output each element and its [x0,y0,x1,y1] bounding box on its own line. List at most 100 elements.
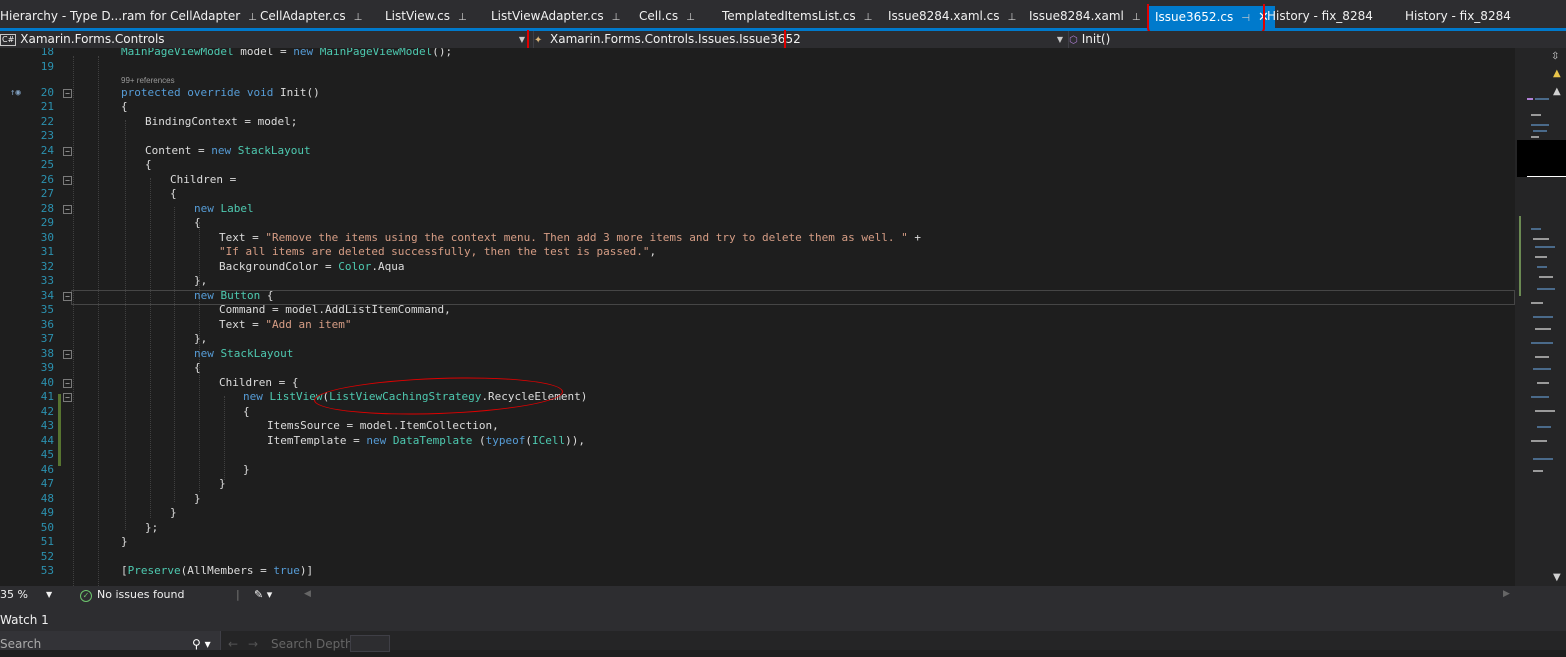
code-text: } [219,477,226,490]
code-line: 45 [0,448,1515,463]
document-tab-bar: Hierarchy - Type D...ram for CellAdapter… [0,0,1566,33]
code-text: Text = "Remove the items using the conte… [219,231,921,244]
code-editor[interactable]: 18 MainPageViewModel model = new MainPage… [0,48,1515,586]
codelens-references[interactable]: 99+ references [121,76,175,85]
line-number: 49 [40,506,54,519]
code-text: BindingContext = model; [145,115,298,128]
collapse-icon[interactable]: − [63,350,72,359]
code-line: 28− new Label [0,202,1515,217]
code-line: 41− new ListView(ListViewCachingStrategy.… [0,390,1515,405]
tab-label: Issue8284.xaml [1029,9,1124,23]
line-number: 28 [40,202,54,215]
code-text: }, [194,332,208,345]
tab-label: Issue8284.xaml.cs [888,9,1000,23]
code-text: }, [194,274,208,287]
line-number: 37 [40,332,54,345]
panel-title: Watch 1 [0,613,49,627]
chevron-down-icon: ▼ [46,590,53,599]
code-text: } [121,535,128,548]
project-name: Xamarin.Forms.Controls [20,32,165,46]
code-line: 50}; [0,521,1515,536]
collapse-icon[interactable]: − [63,205,72,214]
line-number: 51 [40,535,54,548]
scroll-up-icon[interactable]: ▲ [1553,86,1561,97]
code-line: 48} [0,492,1515,507]
code-line: 30 Text = "Remove the items using the con… [0,231,1515,246]
scroll-down-icon[interactable]: ▼ [1553,572,1561,583]
scrollbar-viewport-indicator[interactable] [1517,140,1566,177]
collapse-icon[interactable]: − [63,89,72,98]
zoom-level: 35 % [0,588,28,601]
code-line: 22 BindingContext = model; [0,115,1515,130]
code-text: }; [145,521,159,534]
split-icon[interactable]: ⇳ [1551,51,1559,62]
line-number: 41 [40,390,54,403]
member-name: Init() [1081,32,1111,46]
search-depth-label: Search Depth: [271,637,357,651]
line-number: 24 [40,144,54,157]
code-line: 27 { [0,187,1515,202]
code-text: { [194,216,201,229]
project-dropdown[interactable]: C# Xamarin.Forms.Controls ▼ [0,31,527,48]
code-text: { [121,100,128,113]
watch-panel-header[interactable]: Watch 1 [0,603,1566,631]
collapse-icon[interactable]: − [63,393,72,402]
forward-arrow-icon[interactable]: → [248,631,258,657]
search-depth-dropdown[interactable] [350,635,390,652]
scroll-left-icon[interactable]: ◀ [304,586,311,603]
tab-label: Hierarchy - Type D...ram for CellAdapter [0,9,241,23]
code-line: 18 MainPageViewModel model = new MainPage… [0,48,1515,60]
code-line: 23 [0,129,1515,144]
code-line: 24− Content = new StackLayout [0,144,1515,159]
line-number: 34 [40,289,54,302]
search-icon[interactable]: ⚲ ▾ [192,631,211,657]
tab-label: Cell.cs [639,9,679,23]
line-number: 27 [40,187,54,200]
tab-label: CellAdapter.cs [260,9,346,23]
line-number: 50 [40,521,54,534]
code-text: } [194,492,201,505]
line-number: 23 [40,129,54,142]
line-number: 20 [40,86,54,99]
issues-indicator[interactable]: ✓ No issues found [80,586,184,603]
code-line: 37}, [0,332,1515,347]
code-text: ItemsSource = model.ItemCollection, [267,419,499,432]
code-line: ↑◉ 20− protected override void Init() [0,86,1515,101]
code-text: } [170,506,177,519]
member-dropdown[interactable]: ⬡ Init() [1068,31,1566,48]
search-input[interactable]: Search ⚲ ▾ [0,631,221,651]
line-number: 48 [40,492,54,505]
code-line: 43 ItemsSource = model.ItemCollection, [0,419,1515,434]
code-line: 31 "If all items are deleted successfully… [0,245,1515,260]
collapse-icon[interactable]: − [63,292,72,301]
code-text: BackgroundColor = Color.Aqua [219,260,405,273]
code-text: { [194,361,201,374]
line-number: 33 [40,274,54,287]
line-number: 44 [40,434,54,447]
scroll-right-icon[interactable]: ▶ [1503,586,1510,603]
code-line: 53 [Preserve(AllMembers = true)] [0,564,1515,579]
line-number: 47 [40,477,54,490]
line-number: 35 [40,303,54,316]
line-number: 36 [40,318,54,331]
code-line: 52 [0,550,1515,565]
code-cleanup-icon[interactable]: ✎ ▾ [254,586,272,603]
collapse-icon[interactable]: − [63,147,72,156]
code-line: 32 BackgroundColor = Color.Aqua [0,260,1515,275]
code-line: 39 { [0,361,1515,376]
zoom-dropdown[interactable]: 35 % ▼ [0,586,52,603]
code-line: 29 { [0,216,1515,231]
code-text: } [243,463,250,476]
code-text: "If all items are deleted successfully, … [219,245,657,258]
collapse-icon[interactable]: − [63,379,72,388]
collapse-icon[interactable]: − [63,176,72,185]
code-line: 26− Children = [0,173,1515,188]
code-text: Content = new StackLayout [145,144,311,157]
code-line: 36 Text = "Add an item" [0,318,1515,333]
line-number: 42 [40,405,54,418]
line-number: 40 [40,376,54,389]
back-arrow-icon[interactable]: ← [228,631,238,657]
code-line: 42 { [0,405,1515,420]
line-number: 25 [40,158,54,171]
line-number: 45 [40,448,54,461]
